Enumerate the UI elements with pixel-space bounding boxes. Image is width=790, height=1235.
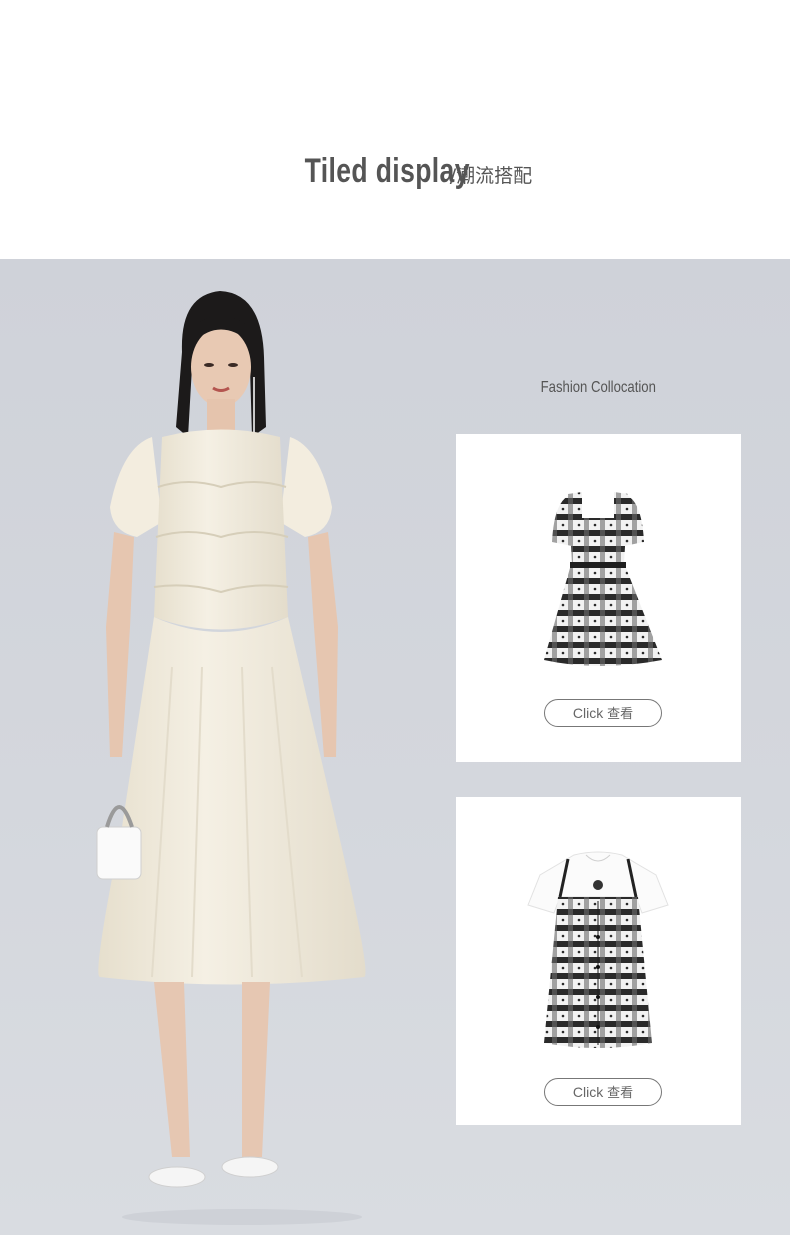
model-photo	[96, 291, 366, 1225]
section-title-en: Tiled display	[304, 152, 470, 190]
section-title: Tiled display/潮流搭配	[0, 152, 790, 191]
click-view-button[interactable]: Click 查看	[544, 1078, 662, 1106]
click-view-button[interactable]: Click 查看	[544, 699, 662, 727]
page: Tiled display/潮流搭配 Fashion Collocation C…	[0, 0, 790, 1235]
page-header: Tiled display/潮流搭配	[0, 0, 790, 259]
showcase-panel: Fashion Collocation Click 查看 Click 查看	[0, 259, 790, 1235]
product-image	[527, 851, 669, 1048]
product-card[interactable]: Click 查看	[456, 434, 741, 762]
product-card[interactable]: Click 查看	[456, 797, 741, 1125]
fashion-collocation-label: Fashion Collocation	[540, 379, 656, 396]
